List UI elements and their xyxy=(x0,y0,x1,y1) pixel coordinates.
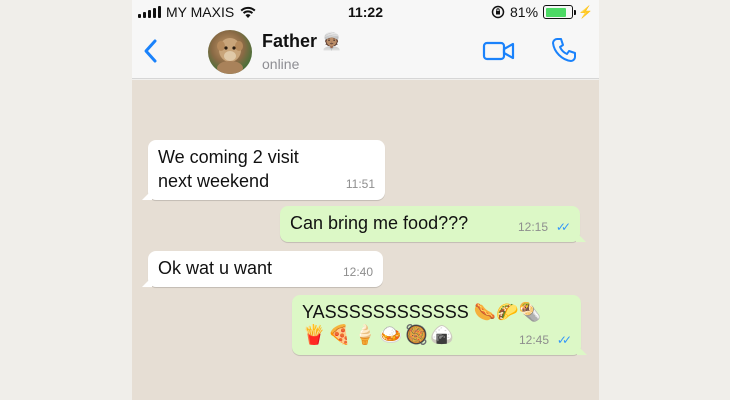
contact-status: online xyxy=(262,56,300,72)
message-text-line: next weekend xyxy=(158,171,270,191)
bubble-tail xyxy=(577,345,587,355)
background-left xyxy=(0,0,132,400)
battery-icon xyxy=(543,5,577,19)
contact-name[interactable]: Father 👳🏽 xyxy=(262,31,342,52)
read-receipt-icon: ✓✓ xyxy=(556,333,572,347)
turban-emoji: 👳🏽 xyxy=(321,32,343,51)
contact-name-text: Father xyxy=(262,31,318,51)
message-outgoing[interactable]: Can bring me food??? 12:15 ✓✓ xyxy=(280,206,586,242)
message-time: 12:15 xyxy=(517,220,548,234)
battery-percent: 81% xyxy=(510,4,539,20)
bubble-tail xyxy=(576,232,586,242)
message-incoming[interactable]: We coming 2 visit next weekend 11:51 xyxy=(142,140,385,200)
message-time: 11:51 xyxy=(345,177,375,191)
status-bar: MY MAXIS 11:22 81% ⚡ xyxy=(132,0,599,26)
message-text-line: Ok wat u want xyxy=(158,258,273,278)
phone-call-icon[interactable] xyxy=(550,36,578,64)
message-text-line: We coming 2 visit xyxy=(158,147,299,167)
battery-level xyxy=(545,7,566,17)
chevron-left-icon[interactable] xyxy=(140,36,162,66)
phone-screen: MY MAXIS 11:22 81% ⚡ Father 👳🏽 online We… xyxy=(132,0,599,400)
message-time: 12:40 xyxy=(342,265,373,279)
rotation-lock-icon xyxy=(491,5,505,19)
bubble-tail xyxy=(142,277,152,287)
video-call-icon[interactable] xyxy=(482,40,516,62)
background-right xyxy=(598,0,730,400)
bubble-tail xyxy=(142,190,152,200)
message-time: 12:45 xyxy=(518,333,549,347)
avatar[interactable] xyxy=(208,30,252,74)
read-receipt-icon: ✓✓ xyxy=(555,220,571,234)
chat-header: Father 👳🏽 online xyxy=(132,26,599,79)
charging-icon: ⚡ xyxy=(578,5,593,19)
chat-area[interactable]: We coming 2 visit next weekend 11:51 Can… xyxy=(132,80,599,400)
message-outgoing[interactable]: YASSSSSSSSSSSS 🌭🌮🌯 🍟🍕🍦🍛🥘🍙 12:45 ✓✓ xyxy=(292,295,587,355)
message-incoming[interactable]: Ok wat u want 12:40 xyxy=(142,251,383,287)
avatar-image xyxy=(217,38,243,74)
message-text-line: YASSSSSSSSSSSS 🌭🌮🌯 xyxy=(302,302,541,322)
